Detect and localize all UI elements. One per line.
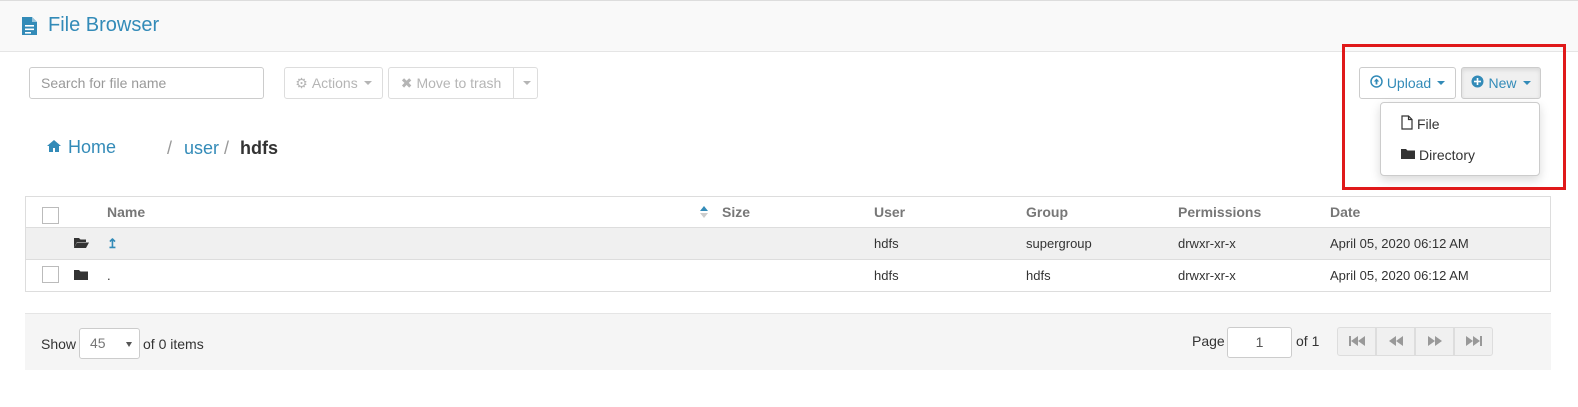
actions-button[interactable]: ⚙ Actions bbox=[284, 67, 383, 99]
caret-down-icon bbox=[522, 81, 531, 85]
page-size-select[interactable]: 45 bbox=[79, 328, 140, 359]
page-title: File Browser bbox=[48, 14, 160, 36]
row-checkbox[interactable] bbox=[42, 266, 59, 283]
column-size[interactable]: Size bbox=[722, 204, 750, 220]
first-page-button[interactable] bbox=[1337, 327, 1376, 356]
column-permissions[interactable]: Permissions bbox=[1178, 204, 1261, 220]
table-footer: Show 45 of 0 items Page 1 of 1 bbox=[25, 313, 1551, 370]
select-all-checkbox[interactable] bbox=[42, 207, 59, 224]
forward-icon bbox=[1427, 333, 1442, 351]
row-name[interactable]: . bbox=[107, 268, 111, 283]
row-permissions: drwxr-xr-x bbox=[1178, 268, 1236, 283]
show-label: Show bbox=[41, 336, 77, 352]
row-group: supergroup bbox=[1026, 236, 1092, 251]
breadcrumb-current: hdfs bbox=[240, 138, 278, 158]
home-icon bbox=[46, 137, 62, 158]
table-row[interactable]: ↥ hdfs supergroup drwxr-xr-x April 05, 2… bbox=[26, 228, 1550, 260]
chevron-down-icon bbox=[126, 342, 132, 347]
table-header: Name Size User Group Permissions Date bbox=[26, 197, 1550, 228]
next-page-button[interactable] bbox=[1415, 327, 1454, 356]
last-page-button[interactable] bbox=[1454, 327, 1493, 356]
column-name[interactable]: Name bbox=[107, 204, 145, 220]
file-table: Name Size User Group Permissions Date ↥ … bbox=[25, 196, 1551, 292]
row-permissions: drwxr-xr-x bbox=[1178, 236, 1236, 251]
row-date: April 05, 2020 06:12 AM bbox=[1330, 236, 1469, 251]
page-number-input[interactable]: 1 bbox=[1227, 327, 1292, 358]
gear-icon: ⚙ bbox=[295, 74, 308, 91]
page-total-label: of 1 bbox=[1296, 333, 1320, 349]
folder-open-icon bbox=[74, 237, 89, 252]
caret-down-icon bbox=[363, 81, 372, 85]
page-label: Page bbox=[1192, 333, 1225, 349]
last-page-icon bbox=[1465, 333, 1482, 351]
search-input[interactable] bbox=[29, 67, 264, 99]
row-date: April 05, 2020 06:12 AM bbox=[1330, 268, 1469, 283]
close-icon: ✖ bbox=[400, 74, 413, 91]
column-group[interactable]: Group bbox=[1026, 204, 1068, 220]
row-user: hdfs bbox=[874, 236, 899, 251]
row-user: hdfs bbox=[874, 268, 899, 283]
folder-icon bbox=[74, 269, 88, 284]
breadcrumb-separator: / bbox=[167, 138, 173, 158]
sort-asc-icon[interactable] bbox=[699, 205, 709, 224]
highlight-annotation bbox=[1342, 44, 1566, 190]
breadcrumb-separator: / bbox=[224, 138, 230, 158]
prev-page-button[interactable] bbox=[1376, 327, 1415, 356]
document-icon bbox=[21, 16, 38, 41]
move-to-trash-button[interactable]: ✖ Move to trash bbox=[388, 67, 514, 99]
breadcrumb-home[interactable]: Home bbox=[46, 137, 116, 158]
backward-icon bbox=[1388, 333, 1403, 351]
column-date[interactable]: Date bbox=[1330, 204, 1360, 220]
items-count-label: of 0 items bbox=[143, 336, 204, 352]
first-page-icon bbox=[1348, 333, 1365, 351]
breadcrumb-user[interactable]: user bbox=[184, 138, 219, 159]
parent-dir-link[interactable]: ↥ bbox=[107, 236, 118, 252]
column-user[interactable]: User bbox=[874, 204, 905, 220]
trash-dropdown-toggle[interactable] bbox=[513, 67, 538, 99]
row-group: hdfs bbox=[1026, 268, 1051, 283]
table-row[interactable]: . hdfs hdfs drwxr-xr-x April 05, 2020 06… bbox=[26, 260, 1550, 292]
